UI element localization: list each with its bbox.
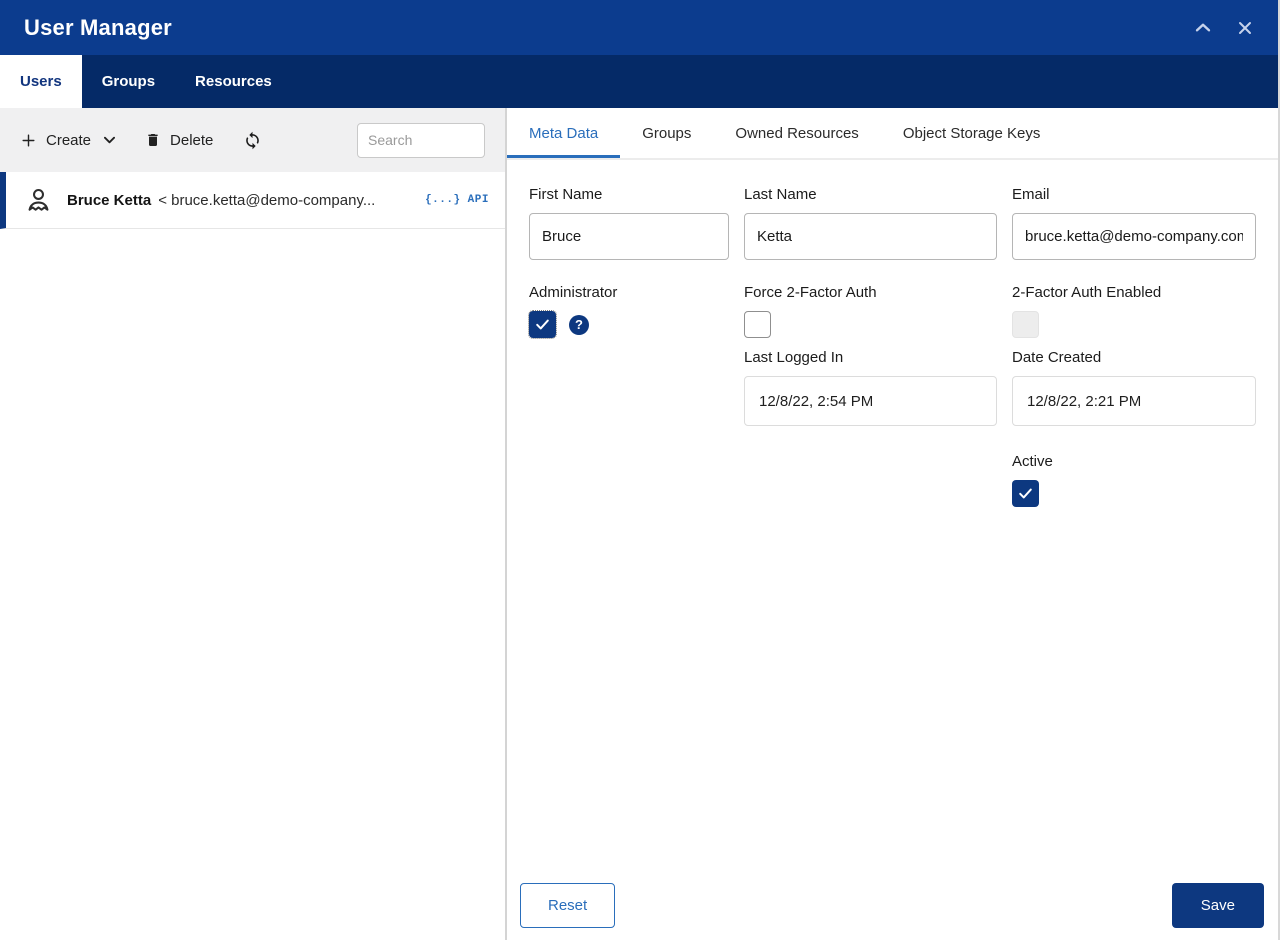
refresh-button[interactable] xyxy=(243,131,262,150)
force-2fa-field-group: Force 2-Factor Auth Last Logged In xyxy=(744,284,997,426)
date-created-input xyxy=(1012,376,1256,426)
force-2fa-checkbox[interactable] xyxy=(744,311,771,338)
active-field-group: Active xyxy=(1012,453,1256,507)
form-footer: Reset Save xyxy=(507,882,1278,940)
administrator-checkbox[interactable] xyxy=(528,310,557,339)
delete-button[interactable]: Delete xyxy=(145,131,213,149)
close-button[interactable] xyxy=(1234,17,1256,39)
user-list-panel: Create Delete Search Bruce Ketta < bruce… xyxy=(0,108,507,940)
last-name-field-group: Last Name xyxy=(744,186,997,260)
2fa-enabled-label: 2-Factor Auth Enabled xyxy=(1012,284,1162,301)
first-name-field-group: First Name xyxy=(529,186,729,260)
user-list-toolbar: Create Delete xyxy=(0,108,505,172)
help-icon[interactable]: ? xyxy=(569,314,589,335)
reset-button[interactable]: Reset xyxy=(520,882,616,928)
tab-users[interactable]: Users xyxy=(0,55,82,108)
last-name-label: Last Name xyxy=(744,186,817,203)
last-name-input[interactable] xyxy=(744,213,997,260)
tab-detail-groups[interactable]: Groups xyxy=(620,108,713,158)
tab-meta-data[interactable]: Meta Data xyxy=(507,108,620,158)
date-created-label: Date Created xyxy=(1012,349,1102,366)
email-field-group: Email xyxy=(1012,186,1256,260)
check-icon xyxy=(534,316,551,333)
first-name-label: First Name xyxy=(529,186,603,203)
administrator-label: Administrator xyxy=(529,284,618,301)
create-button-label: Create xyxy=(46,131,92,149)
tab-groups[interactable]: Groups xyxy=(82,55,175,108)
user-detail-panel: Meta Data Groups Owned Resources Object … xyxy=(507,108,1278,940)
trash-icon xyxy=(145,131,161,149)
email-input[interactable] xyxy=(1012,213,1256,260)
user-email-preview: < bruce.ketta@demo-company... xyxy=(158,191,376,209)
detail-tabs: Meta Data Groups Owned Resources Object … xyxy=(507,108,1278,160)
meta-data-form: First Name Last Name Email Administrator xyxy=(507,160,1278,882)
window-controls xyxy=(1192,17,1256,39)
window-title: User Manager xyxy=(24,14,172,40)
force-2fa-label: Force 2-Factor Auth xyxy=(744,284,877,301)
2fa-enabled-field-group: 2-Factor Auth Enabled Date Created xyxy=(1012,284,1256,426)
caret-down-icon[interactable] xyxy=(104,136,116,144)
administrator-field-group: Administrator ? xyxy=(528,284,729,426)
search-input[interactable] xyxy=(357,122,485,158)
active-label: Active xyxy=(1012,453,1053,470)
delete-button-label: Delete xyxy=(170,131,214,149)
email-label: Email xyxy=(1012,186,1050,203)
tab-object-storage-keys[interactable]: Object Storage Keys xyxy=(881,108,1063,158)
titlebar: User Manager xyxy=(0,0,1278,55)
chevron-up-icon xyxy=(1192,17,1214,39)
check-icon xyxy=(1017,485,1034,502)
close-icon xyxy=(1235,18,1255,38)
last-logged-in-input xyxy=(744,376,997,426)
first-name-input[interactable] xyxy=(529,213,729,260)
last-logged-in-label: Last Logged In xyxy=(744,349,844,366)
collapse-button[interactable] xyxy=(1192,17,1214,39)
user-name: Bruce Ketta xyxy=(67,191,152,209)
user-icon xyxy=(24,186,53,215)
tab-owned-resources[interactable]: Owned Resources xyxy=(713,108,880,158)
user-list-item[interactable]: Bruce Ketta < bruce.ketta@demo-company..… xyxy=(0,172,505,229)
2fa-enabled-checkbox xyxy=(1012,311,1039,338)
save-button[interactable]: Save xyxy=(1171,882,1264,928)
main-nav-tabs: Users Groups Resources xyxy=(0,55,1278,108)
refresh-icon xyxy=(243,131,262,150)
active-checkbox[interactable] xyxy=(1012,480,1039,507)
create-button[interactable]: Create xyxy=(20,131,116,149)
api-badge[interactable]: {...} API xyxy=(415,194,489,206)
tab-resources[interactable]: Resources xyxy=(175,55,292,108)
plus-icon xyxy=(20,132,37,149)
